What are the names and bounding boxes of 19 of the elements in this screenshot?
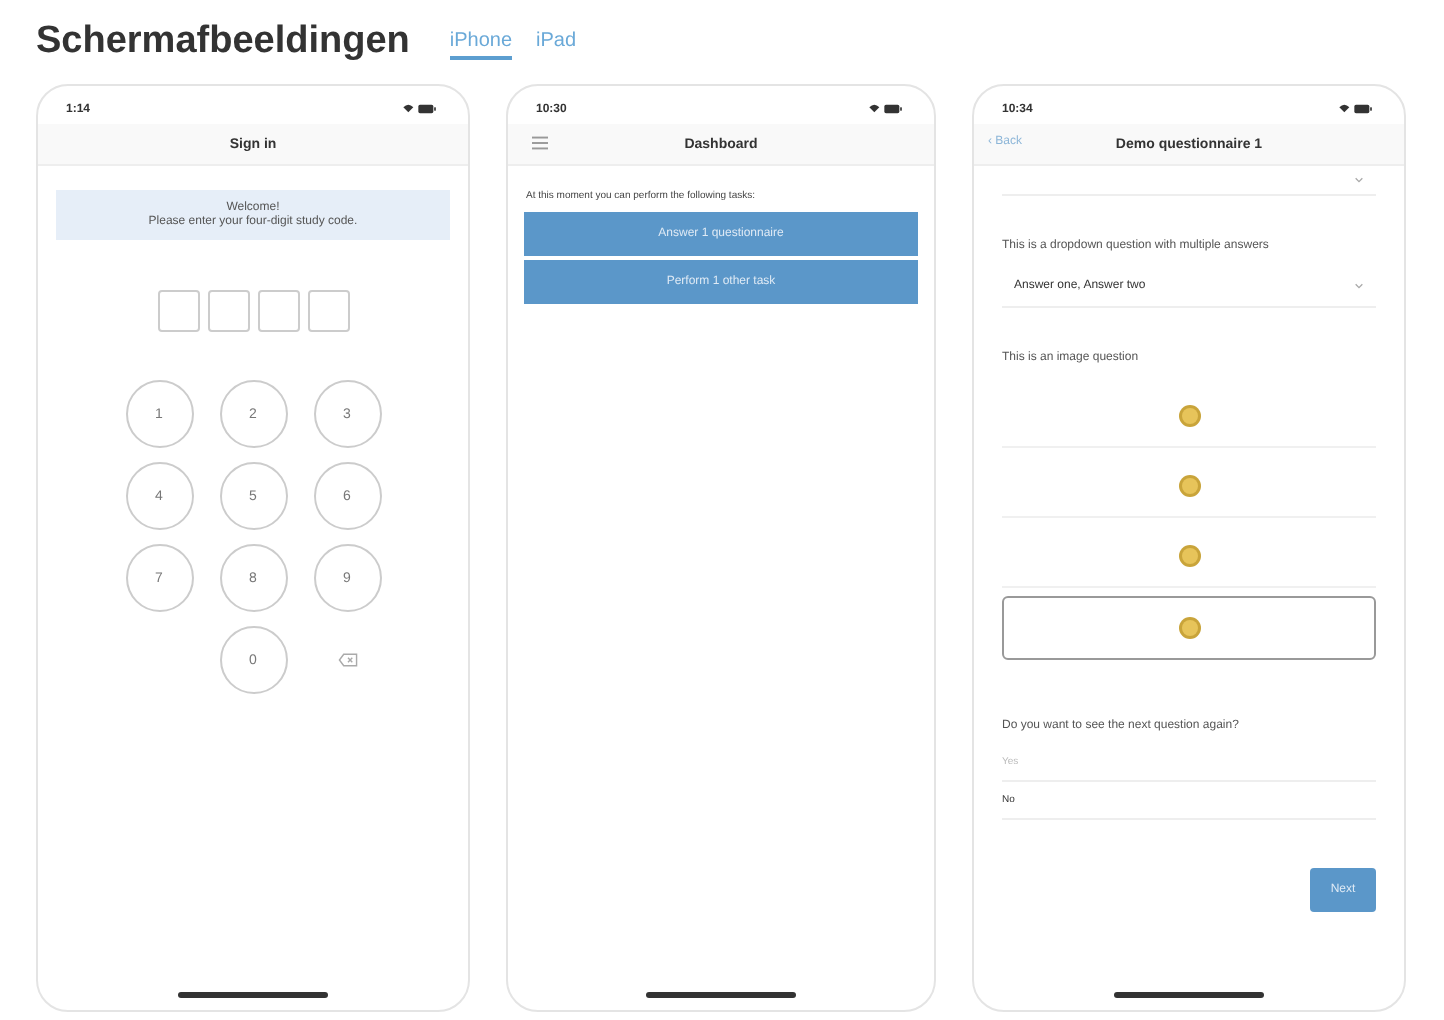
status-icons (400, 102, 440, 116)
code-digit-field[interactable] (157, 290, 199, 332)
emoji-icon (1177, 473, 1201, 498)
status-icons (866, 102, 906, 116)
image-option[interactable] (1002, 595, 1376, 660)
emoji-icon (1177, 615, 1201, 640)
device-tab[interactable]: iPhone (449, 25, 513, 59)
code-digit-field[interactable] (307, 290, 349, 332)
emoji-icon (1177, 543, 1201, 568)
backspace-icon[interactable] (337, 652, 357, 668)
menu-icon[interactable] (532, 136, 548, 150)
emoji-icon (1177, 403, 1201, 428)
code-digit-field[interactable] (207, 290, 249, 332)
chevron-down-icon (1354, 281, 1364, 290)
status-icons (1336, 102, 1376, 116)
section-heading: Schermafbeeldingen (36, 20, 410, 64)
code-digit-field[interactable] (257, 290, 299, 332)
chevron-down-icon (1354, 176, 1364, 184)
device-tab[interactable]: iPad (536, 25, 577, 59)
